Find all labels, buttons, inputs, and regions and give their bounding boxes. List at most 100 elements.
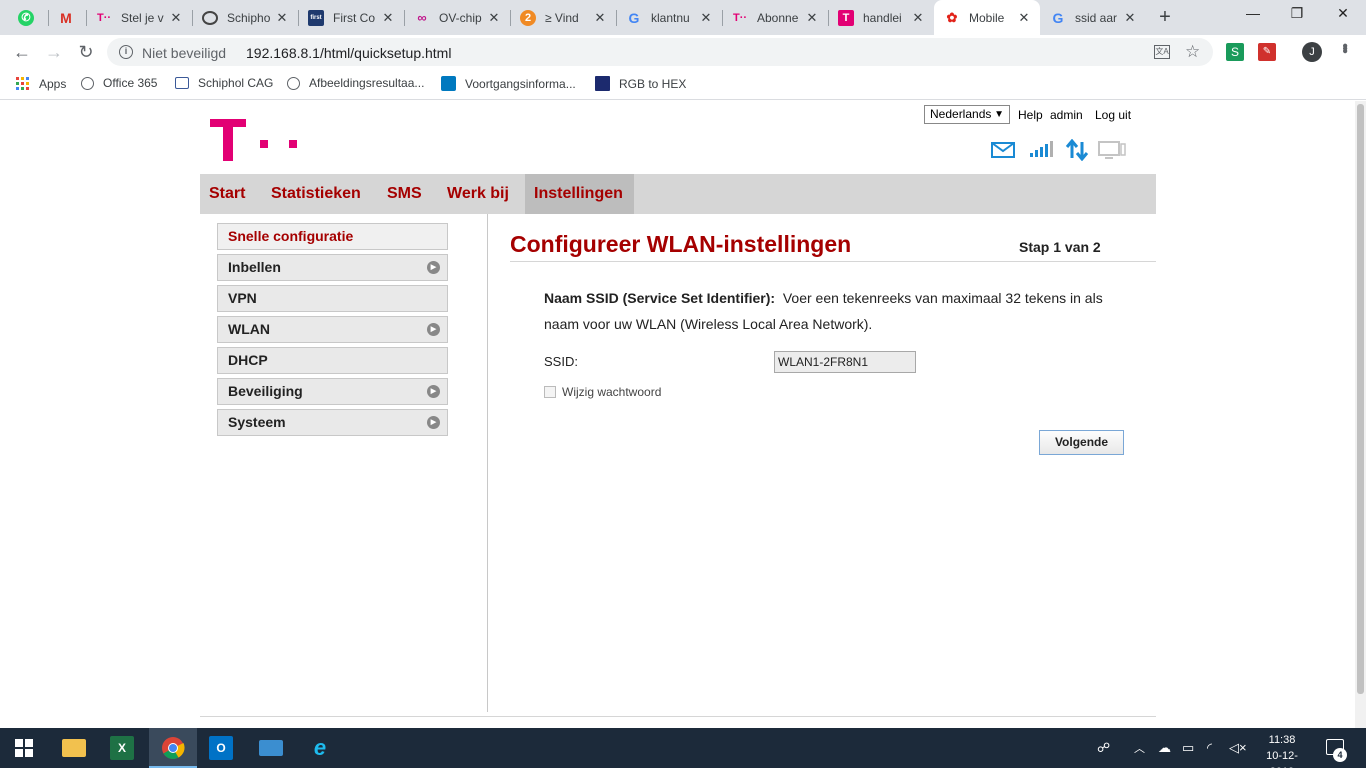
taskbar-file-explorer[interactable] — [50, 728, 98, 768]
tab-schiphol[interactable]: Schipho ✕ — [192, 0, 298, 35]
people-icon[interactable]: ☍ — [1097, 740, 1110, 756]
taskbar-excel[interactable]: X — [98, 728, 146, 768]
side-item-snelle-configuratie[interactable]: Snelle configuratie — [217, 223, 448, 250]
close-icon[interactable]: ✕ — [486, 10, 502, 26]
windows-taskbar: X O e ☍ ︿ ☁ ▭ ◜ ◁× 11:38 10-12-2019 4 — [0, 728, 1366, 768]
trello-icon — [441, 76, 456, 91]
tab-whatsapp[interactable]: ✆ — [8, 0, 48, 35]
address-bar[interactable]: i Niet beveiligd 192.168.8.1/html/quicks… — [107, 38, 1213, 66]
admin-link[interactable]: admin — [1050, 108, 1083, 122]
next-button[interactable]: Volgende — [1039, 430, 1124, 455]
bookmark-voortgangsinformatie[interactable]: Voortgangsinforma... — [441, 76, 576, 91]
browser-tab-strip: ✆ M T·· Stel je v ✕ Schipho ✕ first Firs… — [0, 0, 1366, 35]
close-icon[interactable]: ✕ — [910, 10, 926, 26]
bookmark-rgb-to-hex[interactable]: RGB to HEX — [595, 76, 686, 91]
pdf-extension-icon[interactable]: ✎ — [1258, 43, 1276, 61]
restore-icon[interactable]: ❐ — [1287, 5, 1307, 22]
monitor-icon — [259, 740, 283, 756]
close-icon[interactable]: ✕ — [168, 10, 184, 26]
side-item-dhcp[interactable]: DHCP — [217, 347, 448, 374]
telekom-t-icon: T — [838, 9, 854, 26]
wifi-icon[interactable]: ◜ — [1207, 740, 1212, 756]
bookmark-schiphol-cag[interactable]: Schiphol CAG — [175, 76, 273, 90]
close-icon[interactable]: ✕ — [592, 10, 608, 26]
tab-abonnement[interactable]: T·· Abonne ✕ — [722, 0, 828, 35]
bookmark-apps[interactable]: Apps — [15, 76, 66, 91]
close-icon[interactable]: ✕ — [274, 10, 290, 26]
side-item-systeem[interactable]: Systeem ▶ — [217, 409, 448, 436]
ssid-description: Naam SSID (Service Set Identifier): Voer… — [544, 285, 1124, 337]
start-button[interactable] — [0, 728, 48, 768]
close-icon[interactable]: ✕ — [1122, 10, 1138, 26]
help-link[interactable]: Help — [1018, 108, 1043, 122]
forward-icon[interactable]: → — [44, 42, 64, 62]
content-divider — [487, 214, 488, 712]
bookmark-afbeeldingsresultaat[interactable]: Afbeeldingsresultaa... — [287, 76, 424, 90]
nav-sms[interactable]: SMS — [378, 174, 431, 214]
tab-title: klantnu — [651, 10, 690, 25]
info-icon[interactable]: i — [119, 45, 133, 59]
bookmark-label: Afbeeldingsresultaa... — [309, 76, 425, 90]
new-tab-button[interactable]: + — [1155, 6, 1175, 29]
side-item-vpn[interactable]: VPN — [217, 285, 448, 312]
message-envelope-icon[interactable] — [990, 139, 1016, 161]
taskbar-outlook[interactable]: O — [197, 728, 245, 768]
rgb-hex-icon — [595, 76, 610, 91]
taskbar-chrome[interactable] — [149, 728, 197, 768]
close-icon[interactable]: ✕ — [698, 10, 714, 26]
folder-icon — [62, 739, 86, 757]
taskbar-desktop[interactable] — [247, 728, 295, 768]
show-hidden-icons-icon[interactable]: ︿ — [1134, 740, 1145, 756]
nav-werk-bij[interactable]: Werk bij — [438, 174, 518, 214]
tab-stel-je[interactable]: T·· Stel je v ✕ — [86, 0, 192, 35]
tab-klantnummer[interactable]: G klantnu ✕ — [616, 0, 722, 35]
back-icon[interactable]: ← — [12, 42, 32, 62]
tab-gmail[interactable]: M — [48, 0, 86, 35]
main-navigation: Start Statistieken SMS Werk bij Instelli… — [200, 174, 1156, 214]
taskbar-internet-explorer[interactable]: e — [296, 728, 344, 768]
bookmark-label: Office 365 — [103, 76, 158, 90]
battery-icon[interactable]: ▭ — [1182, 740, 1194, 756]
briefcase-icon — [175, 77, 189, 89]
side-item-wlan[interactable]: WLAN ▶ — [217, 316, 448, 343]
extension-s-icon[interactable]: S — [1226, 43, 1244, 61]
tab-ov-chip[interactable]: ∞ OV-chip ✕ — [404, 0, 510, 35]
side-item-label: Beveiliging — [228, 383, 303, 399]
nav-statistieken[interactable]: Statistieken — [262, 174, 370, 214]
window-close-icon[interactable]: ✕ — [1333, 5, 1353, 22]
volume-muted-icon[interactable]: ◁× — [1229, 740, 1247, 756]
translate-icon[interactable]: 文A — [1154, 45, 1170, 59]
language-select[interactable]: Nederlands ▼ — [924, 105, 1010, 124]
tab-title: handlei — [863, 10, 902, 25]
tab-ssid[interactable]: G ssid aar ✕ — [1040, 0, 1146, 35]
onedrive-icon[interactable]: ☁ — [1158, 740, 1171, 756]
tab-mobile-active[interactable]: ✿ Mobile ✕ — [934, 0, 1040, 35]
tab-handleiding[interactable]: T handlei ✕ — [828, 0, 934, 35]
change-password-checkbox[interactable] — [544, 386, 556, 398]
security-label[interactable]: Niet beveiligd — [142, 45, 226, 61]
close-icon[interactable]: ✕ — [804, 10, 820, 26]
side-item-inbellen[interactable]: Inbellen ▶ — [217, 254, 448, 281]
minimize-icon[interactable]: — — [1243, 5, 1263, 21]
globe-icon — [287, 76, 300, 90]
system-clock[interactable]: 11:38 10-12-2019 — [1254, 732, 1310, 768]
ssid-input[interactable] — [774, 351, 916, 373]
bookmark-star-icon[interactable]: ☆ — [1185, 42, 1200, 62]
url-text[interactable]: 192.168.8.1/html/quicksetup.html — [246, 45, 451, 61]
browser-menu-icon[interactable]: ••• — [1335, 43, 1353, 51]
nav-start[interactable]: Start — [200, 174, 254, 214]
logout-link[interactable]: Log uit — [1095, 108, 1131, 122]
close-icon[interactable]: ✕ — [1016, 10, 1032, 26]
bookmark-label: Schiphol CAG — [198, 76, 274, 90]
nav-instellingen[interactable]: Instellingen — [525, 174, 634, 214]
tab-vind[interactable]: 2 ≥ Vind ✕ — [510, 0, 616, 35]
change-password-label[interactable]: Wijzig wachtwoord — [562, 385, 661, 399]
scrollbar-thumb[interactable] — [1357, 104, 1364, 694]
side-item-beveiliging[interactable]: Beveiliging ▶ — [217, 378, 448, 405]
reload-icon[interactable]: ↻ — [76, 42, 96, 62]
tab-first[interactable]: first First Co ✕ — [298, 0, 404, 35]
profile-avatar[interactable]: J — [1302, 42, 1322, 62]
close-icon[interactable]: ✕ — [380, 10, 396, 26]
bookmark-office-365[interactable]: Office 365 — [81, 76, 157, 90]
page-scrollbar[interactable] — [1355, 101, 1366, 728]
